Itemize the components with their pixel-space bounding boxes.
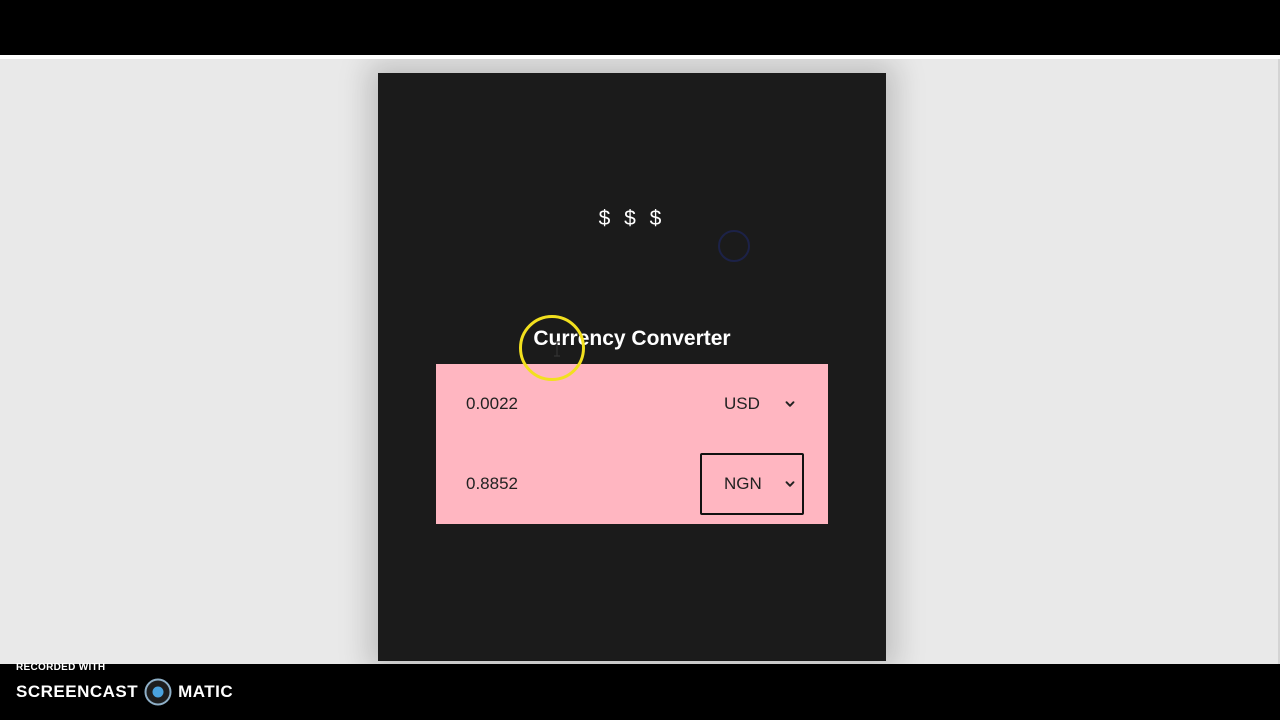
record-icon (144, 678, 172, 706)
to-amount-input[interactable] (458, 468, 658, 500)
chevron-down-icon (785, 401, 795, 407)
dollar-logo: $ $ $ (598, 207, 666, 230)
to-currency-select[interactable]: NGN (700, 453, 804, 515)
from-currency-select[interactable]: USD (700, 373, 804, 435)
chevron-down-icon (785, 481, 795, 487)
converter-row-from: USD (436, 364, 828, 444)
from-amount-input[interactable] (458, 388, 658, 420)
video-top-bar (0, 0, 1280, 55)
currency-app-card: $ $ $ Currency Converter USD NGN (378, 73, 886, 661)
recorded-with-label: RECORDED WITH (16, 662, 106, 673)
from-currency-code: USD (724, 394, 760, 413)
brand-left-text: SCREENCAST (16, 682, 139, 701)
screencast-watermark: RECORDED WITH SCREENCAST MATIC (16, 660, 276, 716)
brand-logo: SCREENCAST MATIC (16, 678, 234, 706)
brand-right-text: MATIC (178, 682, 234, 701)
page-title: Currency Converter (533, 327, 731, 350)
to-currency-code: NGN (724, 474, 762, 493)
browser-viewport: $ $ $ Currency Converter USD NGN (0, 59, 1280, 664)
converter-row-to: NGN (436, 444, 828, 524)
converter-panel: USD NGN (436, 364, 828, 524)
